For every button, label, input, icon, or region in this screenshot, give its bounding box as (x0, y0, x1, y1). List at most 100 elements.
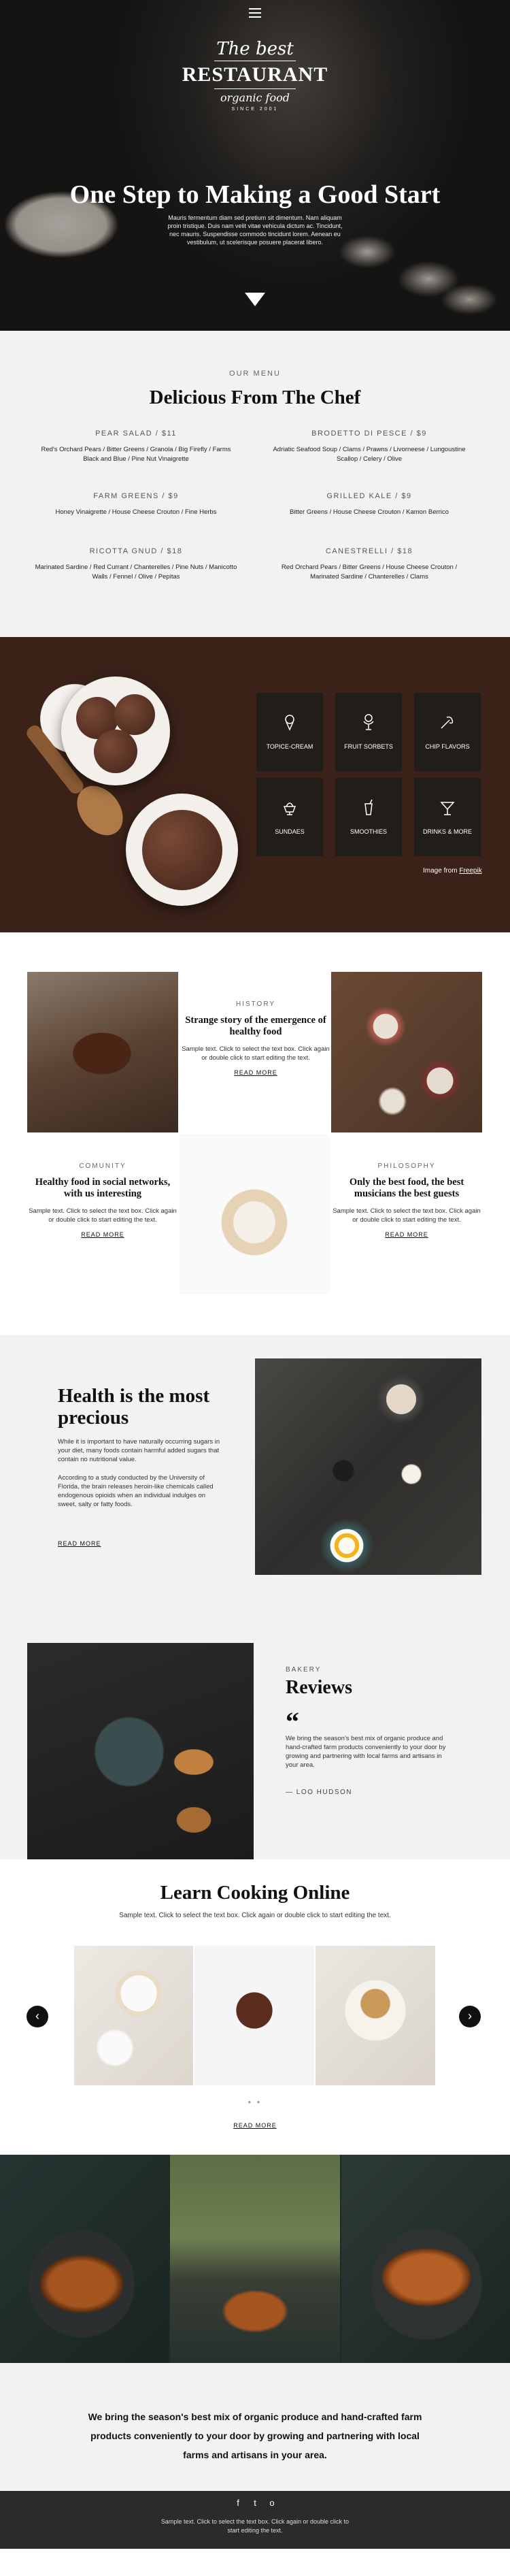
ice-cream-icon (285, 715, 294, 731)
chocolate-cake-image[interactable] (194, 1946, 314, 2085)
ice-cream-bowl-image (126, 794, 238, 906)
menu-section: OUR MENU Delicious From The Chef PEAR SA… (0, 331, 510, 637)
logo-since: SINCE 2001 (231, 107, 279, 112)
social-links: f t o (233, 2498, 277, 2509)
menu-dish: FARM GREENS / $9 Honey Vinaigrette / Hou… (34, 492, 238, 517)
chip-cone-icon (441, 716, 454, 729)
dish-name: CANESTRELLI / $18 (325, 547, 413, 555)
cheese-plates-image[interactable] (74, 1946, 193, 2085)
dish-description: Bitter Greens / House Cheese Crouton / K… (290, 508, 449, 516)
restaurant-logo[interactable]: The best RESTAURANT organic food SINCE 2… (180, 39, 330, 112)
gallery-strip (0, 2155, 510, 2363)
menu-dish: GRILLED KALE / $9 Bitter Greens / House … (267, 492, 471, 517)
category-tile-chip-flavors[interactable]: CHIP FLAVORS (414, 693, 481, 771)
category-tile-ice-cream[interactable]: TOPICE-CREAM (256, 693, 323, 771)
hero-title: One Step to Making a Good Start (69, 180, 441, 209)
twitter-icon[interactable]: t (250, 2498, 260, 2509)
scroll-down-icon[interactable] (245, 293, 265, 306)
menu-eyebrow: OUR MENU (229, 370, 281, 378)
carousel-dots[interactable]: ● ● (0, 2099, 510, 2105)
mission-band: We bring the season's best mix of organi… (0, 2363, 510, 2491)
category-tile-sorbets[interactable]: FRUIT SORBETS (335, 693, 402, 771)
card-text: Sample text. Click to select the text bo… (29, 1207, 177, 1224)
reviews-section: BAKERY Reviews “ We bring the season's b… (0, 1620, 510, 1874)
card-title: Healthy food in social networks, with us… (35, 1177, 171, 1199)
logo-rule (214, 88, 296, 89)
granola-bowl-image (180, 1134, 330, 1294)
image-credit: Image from Freepik (423, 867, 482, 875)
carousel-prev-button[interactable]: ‹ (27, 2006, 48, 2027)
category-label: SUNDAES (275, 828, 305, 835)
pancakes-image[interactable] (316, 1946, 435, 2085)
dish-name: GRILLED KALE / $9 (326, 492, 412, 500)
dish-name: FARM GREENS / $9 (93, 492, 179, 500)
card-text: Sample text. Click to select the text bo… (333, 1207, 481, 1224)
serving-chicken-image (170, 2155, 340, 2363)
dish-description: Honey Vinaigrette / House Cheese Crouton… (55, 508, 217, 516)
dish-name: PEAR SALAD / $11 (95, 429, 177, 438)
roast-chicken-image (341, 2155, 510, 2363)
read-more-link[interactable]: READ MORE (234, 1069, 277, 1076)
sundae-icon (283, 802, 296, 815)
health-paragraph: While it is important to have naturally … (58, 1438, 220, 1463)
croissant-plate-image (27, 1643, 254, 1874)
instagram-icon[interactable]: o (267, 2498, 277, 2509)
card-title: Only the best food, the best musicians t… (349, 1177, 464, 1199)
category-tile-smoothies[interactable]: SMOOTHIES (335, 778, 402, 856)
menu-dish: PEAR SALAD / $11 Red's Orchard Pears / B… (34, 429, 238, 464)
read-more-link[interactable]: READ MORE (0, 2122, 510, 2129)
cooking-title: Learn Cooking Online (160, 1882, 350, 1904)
dish-description: Red Orchard Pears / Bitter Greens / Hous… (281, 564, 458, 581)
menu-dish: BRODETTO DI PESCE / $9 Adriatic Seafood … (267, 429, 471, 464)
dish-description: Adriatic Seafood Soup / Clams / Prawns /… (273, 446, 466, 463)
review-author: — LOO HUDSON (286, 1789, 353, 1796)
dish-name: RICOTTA GNUD / $18 (89, 547, 183, 555)
cooking-subtitle: Sample text. Click to select the text bo… (119, 1912, 391, 1919)
smoothie-icon (364, 799, 373, 815)
dish-name: BRODETTO DI PESCE / $9 (311, 429, 427, 438)
reviews-title: Reviews (286, 1677, 352, 1698)
health-section: Health is the most precious While it is … (0, 1335, 510, 1620)
brownie-image (27, 972, 178, 1132)
roast-chicken-image (0, 2155, 169, 2363)
category-label: DRINKS & MORE (422, 828, 472, 835)
logo-the-best: The best (216, 39, 294, 59)
menu-dish: RICOTTA GNUD / $18 Marinated Sardine / R… (34, 547, 238, 582)
health-paragraph: According to a study conducted by the Un… (58, 1474, 214, 1508)
story-card-history: HISTORY Strange story of the emergence o… (180, 1000, 331, 1078)
read-more-link[interactable]: READ MORE (385, 1231, 428, 1238)
card-kicker: HISTORY (235, 1000, 276, 1008)
logo-organic-food: organic food (220, 91, 290, 104)
story-card-philosophy: PHILOSOPHY Only the best food, the best … (331, 1162, 482, 1240)
read-more-link[interactable]: READ MORE (81, 1231, 124, 1238)
category-label: TOPICE-CREAM (266, 743, 313, 750)
card-kicker: COMUNITY (79, 1162, 126, 1170)
sorbet-glass-icon (363, 714, 374, 730)
footer-text: Sample text. Click to select the text bo… (160, 2518, 350, 2534)
cooking-section: Learn Cooking Online Sample text. Click … (0, 1859, 510, 2155)
hero-text: Mauris fermentum diam sed pretium sit di… (167, 214, 343, 246)
category-label: SMOOTHIES (350, 828, 387, 835)
footer: f t o Sample text. Click to select the t… (0, 2491, 510, 2549)
facebook-icon[interactable]: f (233, 2498, 243, 2509)
review-text: We bring the season's best mix of organi… (286, 1735, 446, 1769)
stories-grid-section: HISTORY Strange story of the emergence o… (0, 932, 510, 1335)
reviews-kicker: BAKERY (286, 1666, 322, 1674)
menu-dish: CANESTRELLI / $18 Red Orchard Pears / Bi… (267, 547, 471, 582)
category-label: FRUIT SORBETS (344, 743, 393, 750)
read-more-link[interactable]: READ MORE (58, 1540, 101, 1547)
dessert-plates-image (331, 972, 482, 1132)
ice-cream-bowl-image (61, 676, 170, 785)
hero-section: The best RESTAURANT organic food SINCE 2… (0, 0, 510, 331)
carousel-next-button[interactable]: › (459, 2006, 481, 2027)
category-tile-drinks[interactable]: DRINKS & MORE (414, 778, 481, 856)
card-kicker: PHILOSOPHY (377, 1162, 436, 1170)
quote-icon: “ (286, 1706, 299, 1737)
category-tile-sundaes[interactable]: SUNDAES (256, 778, 323, 856)
dish-description: Red's Orchard Pears / Bitter Greens / Gr… (41, 446, 231, 463)
health-title: Health is the most precious (58, 1385, 210, 1429)
cocktail-icon (440, 802, 455, 815)
categories-section: TOPICE-CREAM FRUIT SORBETS CHIP FLAVORS … (0, 637, 510, 932)
credit-link[interactable]: Freepik (459, 867, 481, 875)
hamburger-menu-icon[interactable] (249, 8, 261, 18)
